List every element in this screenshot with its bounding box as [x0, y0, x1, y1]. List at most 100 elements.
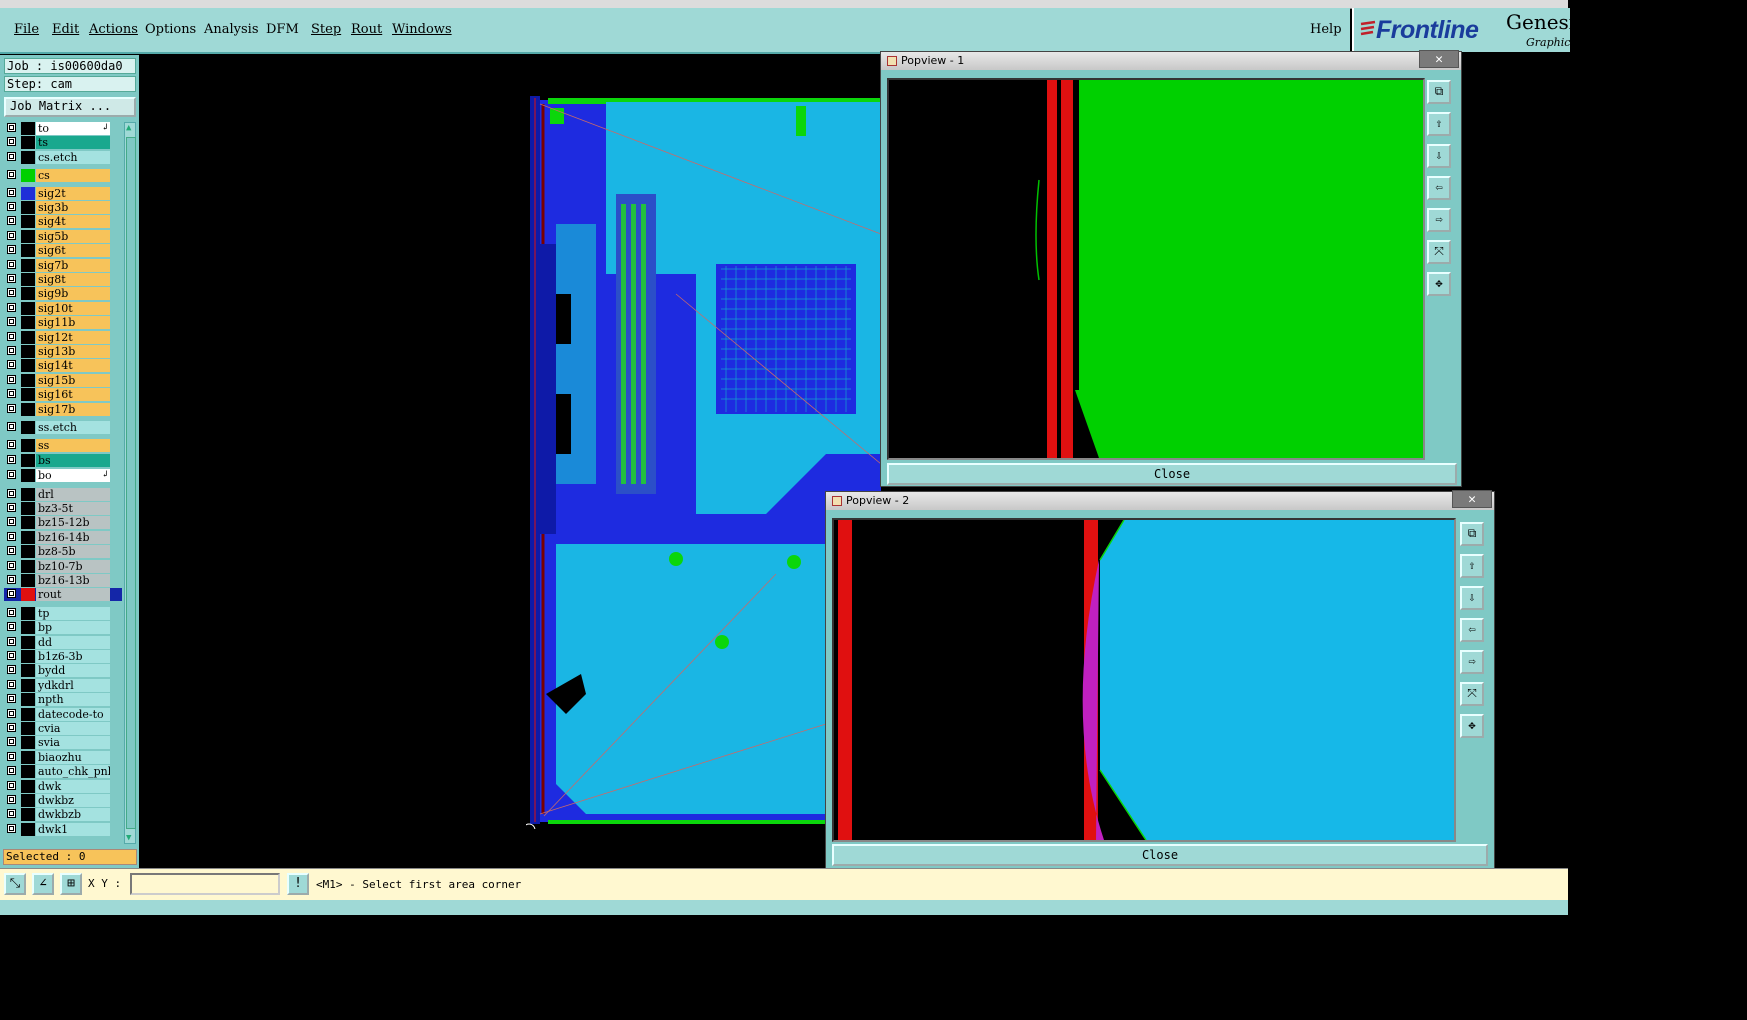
pan-left-icon[interactable]: ⇦ [1460, 618, 1484, 642]
layer-row-tp[interactable]: tp [4, 606, 122, 620]
layer-row-auto-chk-pnl[interactable]: auto_chk_pnl [4, 765, 122, 779]
layer-row-bz16-13b[interactable]: bz16-13b [4, 574, 122, 587]
layer-row-cvia[interactable]: cvia [4, 722, 122, 735]
zoom-fit-icon[interactable]: ⤧ [1427, 240, 1451, 264]
layer-checkbox[interactable] [7, 170, 16, 180]
layer-color-swatch[interactable] [21, 516, 35, 530]
layer-color-swatch[interactable] [21, 201, 35, 214]
layer-checkbox[interactable] [7, 202, 16, 211]
menu-help[interactable]: Help [1310, 22, 1342, 37]
layer-checkbox[interactable] [7, 517, 16, 527]
layer-row-bs[interactable]: bs [4, 453, 122, 467]
layer-color-swatch[interactable] [21, 635, 35, 649]
layer-row-sig10t[interactable]: sig10t [4, 301, 122, 315]
layer-color-swatch[interactable] [21, 808, 35, 822]
layer-checkbox[interactable] [7, 259, 16, 269]
layer-row-sig16t[interactable]: sig16t [4, 388, 122, 402]
popview-2-titlebar[interactable]: Popview - 2 [826, 492, 1494, 510]
layer-checkbox[interactable] [7, 403, 16, 413]
layer-color-swatch[interactable] [21, 258, 35, 272]
layer-row-sig11b[interactable]: sig11b [4, 316, 122, 330]
layer-color-swatch[interactable] [21, 736, 35, 750]
layer-row-biaozhu[interactable]: biaozhu [4, 750, 122, 764]
layer-checkbox[interactable] [7, 607, 16, 617]
layer-color-swatch[interactable] [21, 229, 35, 243]
layer-color-swatch[interactable] [21, 574, 35, 587]
layer-checkbox[interactable] [7, 766, 16, 776]
popview-1-close-x-button[interactable]: ✕ [1419, 50, 1459, 68]
layer-checkbox[interactable] [7, 346, 16, 355]
pan-up-icon[interactable]: ⇧ [1460, 554, 1484, 578]
layer-color-swatch[interactable] [21, 621, 35, 635]
xy-input[interactable] [130, 873, 280, 895]
layer-color-swatch[interactable] [21, 421, 35, 434]
scrollbar-thumb[interactable] [126, 137, 136, 829]
layer-row-sig9b[interactable]: sig9b [4, 287, 122, 301]
layer-row-sig6t[interactable]: sig6t [4, 244, 122, 258]
pan-up-icon[interactable]: ⇧ [1427, 112, 1451, 136]
layer-checkbox[interactable] [7, 795, 16, 804]
layer-row-cs-etch[interactable]: cs.etch [4, 150, 122, 164]
layer-checkbox[interactable] [7, 708, 16, 718]
menu-file[interactable]: File [14, 22, 39, 37]
zoom-fit-icon[interactable]: ⤧ [1460, 682, 1484, 706]
layer-row-rout[interactable]: rout [4, 588, 122, 602]
menu-edit[interactable]: Edit [52, 22, 79, 37]
menu-analysis[interactable]: Analysis [204, 22, 259, 37]
layer-color-swatch[interactable] [21, 722, 35, 735]
layer-row-svia[interactable]: svia [4, 736, 122, 750]
scroll-down-icon[interactable]: ▼ [126, 833, 131, 843]
layer-row-bz8-5b[interactable]: bz8-5b [4, 545, 122, 559]
layer-color-swatch[interactable] [21, 779, 35, 793]
menu-rout[interactable]: Rout [351, 22, 382, 37]
layer-checkbox[interactable] [7, 488, 16, 498]
layer-row-dd[interactable]: dd [4, 635, 122, 649]
grid-icon[interactable]: ⊞ [60, 873, 82, 895]
layer-color-swatch[interactable] [21, 273, 35, 286]
layer-checkbox[interactable] [7, 694, 16, 704]
layer-color-swatch[interactable] [21, 453, 35, 467]
layer-color-swatch[interactable] [21, 439, 35, 453]
pan-left-icon[interactable]: ⇦ [1427, 176, 1451, 200]
layer-row-sig7b[interactable]: sig7b [4, 258, 122, 272]
layer-checkbox[interactable] [7, 531, 16, 541]
layer-color-swatch[interactable] [21, 345, 35, 358]
layer-color-swatch[interactable] [21, 287, 35, 301]
popview-2-close-x-button[interactable]: ✕ [1452, 490, 1492, 508]
layer-row-datecode-to[interactable]: datecode-to [4, 707, 122, 721]
layer-row-bz16-14b[interactable]: bz16-14b [4, 530, 122, 544]
layer-row-dwkbz[interactable]: dwkbz [4, 794, 122, 807]
menu-actions[interactable]: Actions [89, 22, 138, 37]
layer-row-drl[interactable]: drl [4, 487, 122, 501]
job-matrix-button[interactable]: Job Matrix ... [4, 97, 136, 117]
layer-row-npth[interactable]: npth [4, 693, 122, 707]
layer-checkbox[interactable] [7, 751, 16, 761]
layer-color-swatch[interactable] [21, 150, 35, 164]
dock-icon[interactable]: ⧉ [1460, 522, 1484, 546]
pan-right-icon[interactable]: ⇨ [1460, 650, 1484, 674]
popview-1-titlebar[interactable]: Popview - 1 [881, 52, 1461, 70]
layer-checkbox[interactable] [7, 589, 16, 599]
alert-icon[interactable]: ! [287, 873, 309, 895]
layer-row-bp[interactable]: bp [4, 621, 122, 635]
pan-right-icon[interactable]: ⇨ [1427, 208, 1451, 232]
menu-windows[interactable]: Windows [392, 22, 452, 37]
layer-checkbox[interactable] [7, 636, 16, 646]
layer-color-swatch[interactable] [21, 693, 35, 707]
layer-row-bz15-12b[interactable]: bz15-12b [4, 516, 122, 530]
layer-checkbox[interactable] [7, 230, 16, 240]
layer-checkbox[interactable] [7, 440, 16, 450]
layer-row-ss[interactable]: ss [4, 439, 122, 453]
layer-color-swatch[interactable] [21, 169, 35, 183]
layer-checkbox[interactable] [7, 780, 16, 790]
layer-checkbox[interactable] [7, 288, 16, 298]
layer-checkbox[interactable] [7, 454, 16, 464]
layer-checkbox[interactable] [7, 575, 16, 584]
layer-row-b1z6-3b[interactable]: b1z6-3b [4, 650, 122, 663]
measure-icon[interactable]: ∠ [32, 873, 54, 895]
layer-checkbox[interactable] [7, 274, 16, 283]
layer-color-swatch[interactable] [21, 794, 35, 807]
layer-checkbox[interactable] [7, 123, 16, 132]
layer-color-swatch[interactable] [21, 359, 35, 373]
zoom-home-icon[interactable]: ✥ [1460, 714, 1484, 738]
